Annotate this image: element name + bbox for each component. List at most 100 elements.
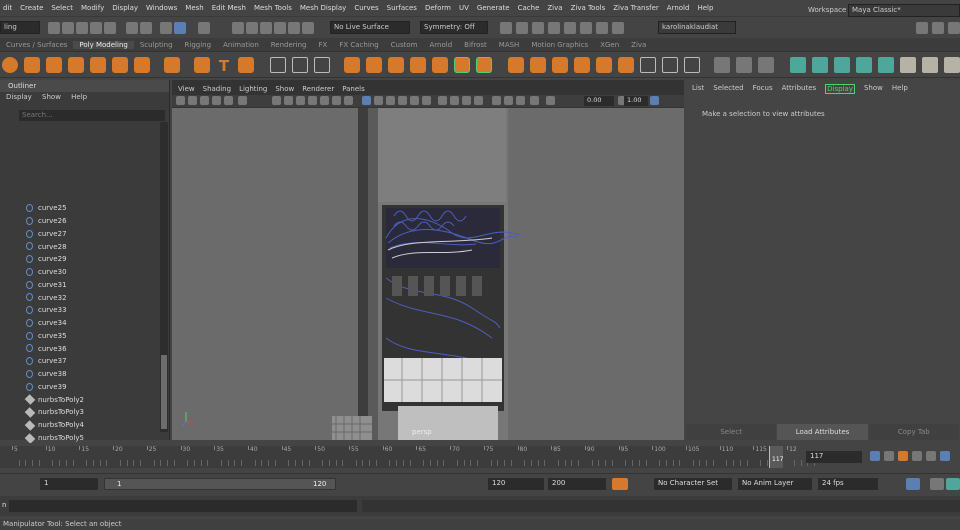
view-transform-icon[interactable] xyxy=(650,96,659,105)
screen-space-ao-icon[interactable] xyxy=(438,96,447,105)
unfold-icon[interactable] xyxy=(900,57,916,73)
shelf-tab-rigging[interactable]: Rigging xyxy=(179,41,218,49)
menu-ziva-tools[interactable]: Ziva Tools xyxy=(571,4,606,12)
xray-icon[interactable] xyxy=(504,96,513,105)
viewport-menu-view[interactable]: View xyxy=(178,85,195,93)
play-backward-icon[interactable] xyxy=(912,451,922,461)
folder-icon[interactable] xyxy=(48,22,60,34)
poly-plane-icon[interactable] xyxy=(112,57,128,73)
go-to-start-icon[interactable] xyxy=(870,451,880,461)
svg-tool-icon[interactable] xyxy=(238,57,254,73)
render-settings-icon[interactable] xyxy=(548,22,560,34)
menu-arnold[interactable]: Arnold xyxy=(667,4,690,12)
poke-icon[interactable] xyxy=(662,57,678,73)
snap-grid-icon[interactable] xyxy=(232,22,244,34)
shelf-tab-rendering[interactable]: Rendering xyxy=(265,41,313,49)
shelf-tab-poly-modeling[interactable]: Poly Modeling xyxy=(73,40,134,49)
menu-mesh-tools[interactable]: Mesh Tools xyxy=(254,4,292,12)
layout-uv-icon[interactable] xyxy=(922,57,938,73)
menu-edit-mesh[interactable]: Edit Mesh xyxy=(212,4,246,12)
attr-menu-show[interactable]: Show xyxy=(864,84,883,94)
symmetry-dropdown[interactable]: Symmetry: Off xyxy=(420,21,488,34)
layout-icon[interactable] xyxy=(916,22,928,34)
anti-aliasing-icon[interactable] xyxy=(462,96,471,105)
shelf-tab-ziva[interactable]: Ziva xyxy=(625,41,652,49)
command-input[interactable] xyxy=(9,500,357,512)
outliner-item[interactable]: curve30 xyxy=(0,266,158,279)
step-forward-frame-icon[interactable] xyxy=(940,451,950,461)
outliner-item[interactable]: curve27 xyxy=(0,228,158,241)
time-ruler[interactable]: 5 10 15 20 25 30 35 40 45 50 55 60 65 70 75 80 85 90 95 100… xyxy=(0,446,816,468)
outliner-item[interactable]: nurbsToPoly3 xyxy=(0,406,158,419)
reduce-icon[interactable] xyxy=(758,57,774,73)
outliner-item[interactable]: curve32 xyxy=(0,291,158,304)
platonic-solid-icon[interactable] xyxy=(164,57,180,73)
viewport-menu-shading[interactable]: Shading xyxy=(203,85,231,93)
outliner-item[interactable]: curve28 xyxy=(0,240,158,253)
outliner-item[interactable]: nurbsToPoly4 xyxy=(0,419,158,432)
current-frame-field[interactable]: 117 xyxy=(806,451,862,463)
append-icon[interactable] xyxy=(454,57,470,73)
cut-uv-icon[interactable] xyxy=(944,57,960,73)
outliner-search-input[interactable]: Search... xyxy=(19,110,165,121)
select-object-icon[interactable] xyxy=(140,22,152,34)
poly-torus-icon[interactable] xyxy=(90,57,106,73)
snap-vertex-icon[interactable] xyxy=(302,22,314,34)
image-plane-icon[interactable] xyxy=(212,96,221,105)
snap-surface-icon[interactable] xyxy=(288,22,300,34)
ipr-icon[interactable] xyxy=(532,22,544,34)
smooth-shade-icon[interactable] xyxy=(374,96,383,105)
menu-ziva[interactable]: Ziva xyxy=(547,4,562,12)
outliner-menu-display[interactable]: Display xyxy=(6,93,32,101)
poly-cone-icon[interactable] xyxy=(68,57,84,73)
pick-mask-icon[interactable] xyxy=(198,22,210,34)
film-gate-icon[interactable] xyxy=(284,96,293,105)
textured-icon[interactable] xyxy=(398,96,407,105)
poly-sphere-icon[interactable] xyxy=(2,57,18,73)
character-set-dropdown[interactable]: No Character Set xyxy=(654,478,732,490)
panel-icon[interactable] xyxy=(932,22,944,34)
uv-editor-icon[interactable] xyxy=(790,57,806,73)
menu-modify[interactable]: Modify xyxy=(81,4,104,12)
outliner-item[interactable]: nurbsToPoly2 xyxy=(0,393,158,406)
fps-dropdown[interactable]: 24 fps xyxy=(818,478,878,490)
twod-pan-icon[interactable] xyxy=(224,96,233,105)
wireframe-on-shaded-icon[interactable] xyxy=(386,96,395,105)
boolean-icon[interactable] xyxy=(344,57,360,73)
anim-layer-dropdown[interactable]: No Anim Layer xyxy=(738,478,812,490)
use-all-lights-icon[interactable] xyxy=(410,96,419,105)
play-forward-icon[interactable] xyxy=(926,451,936,461)
depth-of-field-icon[interactable] xyxy=(474,96,483,105)
render-icon[interactable] xyxy=(516,22,528,34)
anim-prefs-icon[interactable] xyxy=(946,478,960,490)
viewport-menu-renderer[interactable]: Renderer xyxy=(302,85,334,93)
undo-icon[interactable] xyxy=(90,22,102,34)
light-editor-icon[interactable] xyxy=(596,22,608,34)
auto-map-icon[interactable] xyxy=(878,57,894,73)
poly-cylinder-icon[interactable] xyxy=(46,57,62,73)
shelf-tab-curves-surfaces[interactable]: Curves / Surfaces xyxy=(0,41,73,49)
viewport-menu-show[interactable]: Show xyxy=(275,85,294,93)
shelf-tab-arnold[interactable]: Arnold xyxy=(424,41,459,49)
outliner-item[interactable]: curve29 xyxy=(0,253,158,266)
wedge-icon[interactable] xyxy=(684,57,700,73)
gamma-field[interactable]: 1.00 xyxy=(624,96,648,106)
load-attributes-button[interactable]: Load Attributes xyxy=(777,424,868,440)
outliner-menu-help[interactable]: Help xyxy=(71,93,87,101)
bookmark-icon[interactable] xyxy=(200,96,209,105)
shelf-tab-fx-caching[interactable]: FX Caching xyxy=(333,41,384,49)
viewport-menu-lighting[interactable]: Lighting xyxy=(239,85,267,93)
outliner-item[interactable]: curve38 xyxy=(0,368,158,381)
camera-icon[interactable] xyxy=(176,96,185,105)
shadows-icon[interactable] xyxy=(422,96,431,105)
menu-help[interactable]: Help xyxy=(697,4,713,12)
insert-edge-loop-icon[interactable] xyxy=(596,57,612,73)
workspace-dropdown[interactable]: Maya Classic* xyxy=(848,4,960,17)
camera-attr-icon[interactable] xyxy=(188,96,197,105)
grease-pencil-icon[interactable] xyxy=(238,96,247,105)
snap-view-icon[interactable] xyxy=(274,22,286,34)
outliner-title[interactable]: Outliner xyxy=(8,82,36,90)
pause-icon[interactable] xyxy=(612,22,624,34)
shelf-tab-bifrost[interactable]: Bifrost xyxy=(458,41,493,49)
outliner-item[interactable]: curve31 xyxy=(0,279,158,292)
